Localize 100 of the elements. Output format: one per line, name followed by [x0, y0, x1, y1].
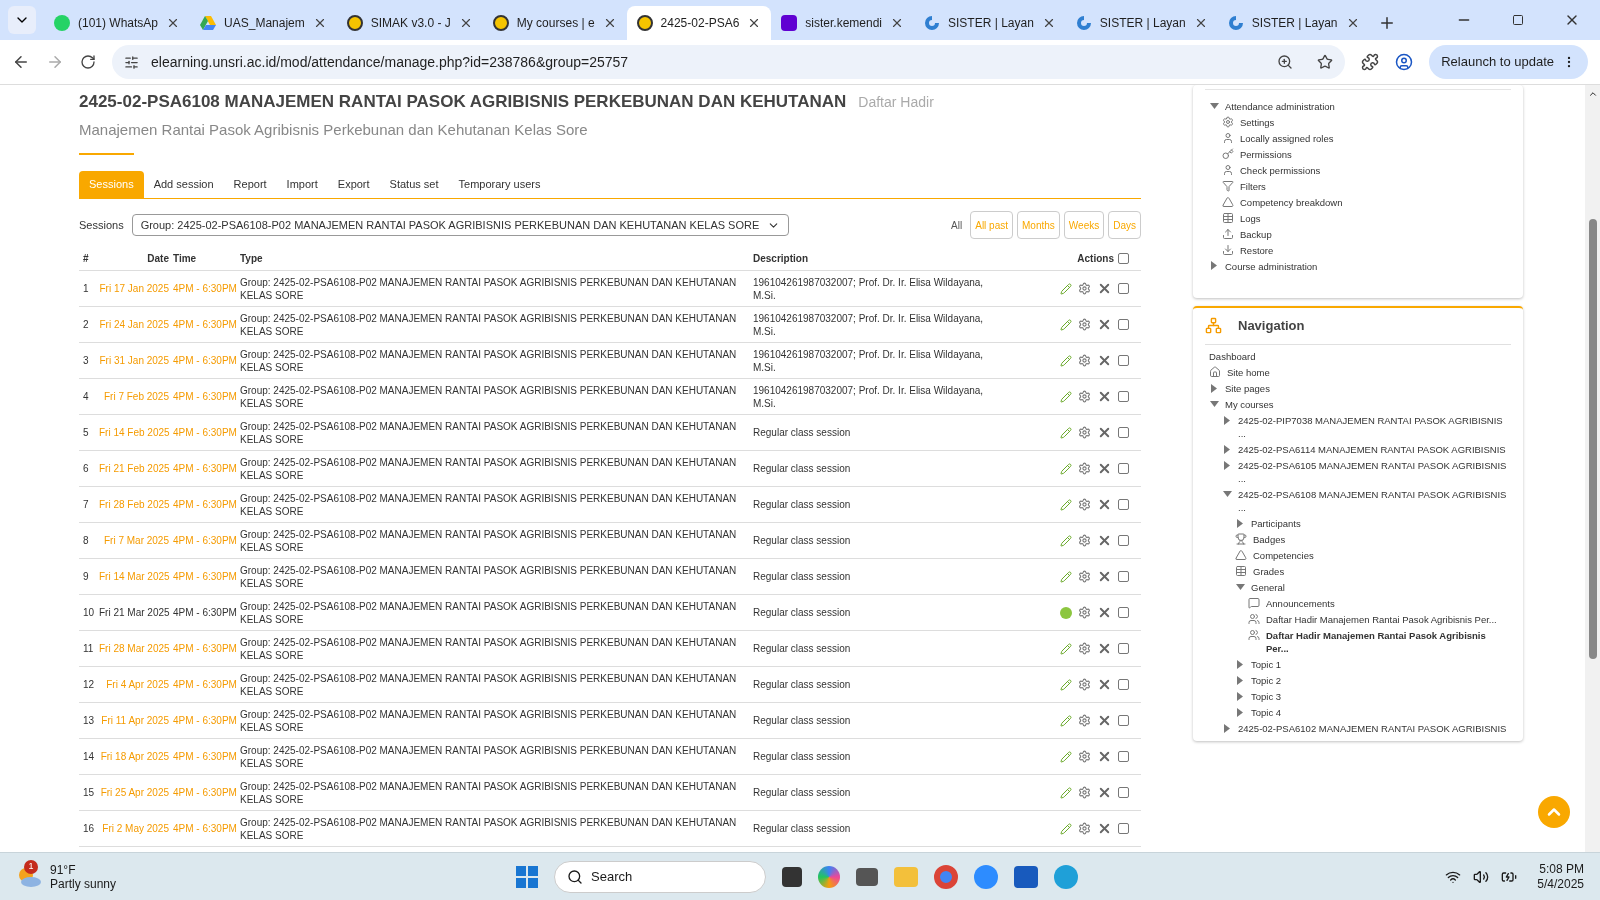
delete-icon[interactable]	[1097, 605, 1112, 620]
edit-icon[interactable]	[1060, 570, 1072, 583]
tree-item[interactable]: Locally assigned roles	[1240, 131, 1334, 145]
page-tab[interactable]: Add session	[143, 171, 224, 198]
checkbox[interactable]	[1118, 535, 1129, 546]
tree-item[interactable]: Attendance administration	[1225, 99, 1335, 113]
tree-item[interactable]: Grades	[1253, 565, 1285, 578]
tree-item[interactable]: Course administration	[1225, 259, 1318, 273]
tree-item[interactable]: Backup	[1240, 227, 1272, 241]
expand-arrow-icon[interactable]	[1235, 674, 1245, 686]
settings-icon[interactable]	[1078, 642, 1091, 655]
expand-arrow-icon[interactable]	[1235, 517, 1245, 529]
start-icon[interactable]	[516, 865, 538, 888]
edit-icon[interactable]	[1060, 534, 1072, 547]
edit-icon[interactable]	[1060, 462, 1072, 475]
browser-tab[interactable]: SIMAK v3.0 - J	[336, 6, 483, 40]
browser-tab[interactable]: UAS_Manajem	[190, 6, 337, 40]
scroll-up-icon[interactable]	[1587, 89, 1598, 99]
expand-arrow-icon[interactable]	[1222, 459, 1232, 471]
address-field[interactable]: elearning.unsri.ac.id/mod/attendance/manage.php?id=238786&group=25757	[112, 45, 1346, 79]
settings-icon[interactable]	[1078, 534, 1091, 547]
delete-icon[interactable]	[1097, 533, 1112, 548]
tree-item[interactable]: Announcements	[1266, 597, 1335, 610]
delete-icon[interactable]	[1097, 641, 1112, 656]
checkbox[interactable]	[1118, 715, 1129, 726]
expand-arrow-icon[interactable]	[1222, 488, 1232, 500]
browser-tab[interactable]: (101) WhatsAp	[44, 6, 191, 40]
settings-icon[interactable]	[1078, 318, 1091, 331]
edit-icon[interactable]	[1060, 318, 1072, 331]
delete-icon[interactable]	[1097, 569, 1112, 584]
browser-tab[interactable]: SISTER | Layan	[1065, 6, 1218, 40]
volume-icon[interactable]	[1473, 868, 1490, 885]
delete-icon[interactable]	[1097, 497, 1112, 512]
checkbox[interactable]	[1118, 787, 1129, 798]
edit-icon[interactable]	[1060, 750, 1072, 763]
back-icon[interactable]	[12, 53, 30, 71]
tab-list-button[interactable]	[8, 6, 36, 34]
relaunch-button[interactable]: Relaunch to update	[1429, 45, 1588, 79]
edit-icon[interactable]	[1060, 498, 1072, 511]
tree-item[interactable]: Daftar Hadir Manajemen Rantai Pasok Agribisnis Per...	[1266, 613, 1497, 626]
extensions-icon[interactable]	[1361, 53, 1380, 71]
tree-item[interactable]: 2425-02-PSA6114 MANAJEMEN RANTAI PASOK AGRIBISNIS	[1238, 443, 1506, 456]
expand-arrow-icon[interactable]	[1235, 658, 1245, 670]
bookmark-icon[interactable]	[1317, 54, 1334, 70]
profile-icon[interactable]	[1395, 53, 1414, 71]
checkbox[interactable]	[1118, 427, 1129, 438]
group-select[interactable]: Group: 2425-02-PSA6108-P02 MANAJEMEN RANTAI PASOK AGRIBISNIS PERKEBUNAN DAN KEHUTANAN KELAS SORE	[131, 214, 790, 236]
edit-icon[interactable]	[1060, 426, 1072, 439]
tree-item[interactable]: Settings	[1240, 115, 1275, 129]
browser-tab[interactable]: sister.kemendi	[771, 6, 915, 40]
checkbox[interactable]	[1118, 643, 1129, 654]
checkbox[interactable]	[1118, 391, 1129, 402]
delete-icon[interactable]	[1097, 713, 1112, 728]
edit-icon[interactable]	[1060, 714, 1072, 727]
expand-arrow-icon[interactable]	[1222, 722, 1232, 734]
checkbox[interactable]	[1118, 253, 1129, 264]
checkbox[interactable]	[1118, 355, 1129, 366]
scrollbar[interactable]	[1585, 85, 1600, 852]
tree-item[interactable]: Topic 3	[1251, 690, 1282, 703]
settings-icon[interactable]	[1078, 354, 1091, 367]
delete-icon[interactable]	[1097, 821, 1112, 836]
browser-tab[interactable]: SISTER | Layan	[914, 6, 1066, 40]
expand-arrow-icon[interactable]	[1222, 414, 1232, 426]
tree-item[interactable]: Badges	[1253, 533, 1286, 546]
tree-item[interactable]: Check permissions	[1240, 163, 1321, 177]
tree-item[interactable]: 2425-02-PSA6102 MANAJEMEN RANTAI PASOK AGRIBISNIS	[1238, 722, 1507, 735]
edit-icon[interactable]	[1060, 678, 1072, 691]
filter-button[interactable]: All	[947, 211, 967, 239]
tree-item[interactable]: Permissions	[1240, 147, 1292, 161]
settings-icon[interactable]	[1078, 714, 1091, 727]
edit-icon[interactable]	[1060, 822, 1072, 835]
tree-item[interactable]: Topic 1	[1251, 658, 1282, 671]
page-tab[interactable]: Import	[276, 171, 328, 198]
checkbox[interactable]	[1118, 463, 1129, 474]
browser-tab[interactable]: My courses | e	[482, 6, 627, 40]
tree-item[interactable]: Filters	[1240, 179, 1266, 193]
edit-icon[interactable]	[1060, 390, 1072, 403]
tree-item[interactable]: Participants	[1251, 517, 1301, 530]
checkbox[interactable]	[1118, 823, 1129, 834]
checkbox[interactable]	[1118, 499, 1129, 510]
tree-item[interactable]: 2425-02-PSA6105 MANAJEMEN RANTAI PASOK AGRIBISNIS ...	[1238, 459, 1511, 485]
tree-item[interactable]: 2425-02-PIP7038 MANAJEMEN RANTAI PASOK AGRIBISNIS ...	[1238, 414, 1511, 440]
delete-icon[interactable]	[1097, 353, 1112, 368]
tree-item[interactable]: My courses	[1225, 398, 1274, 411]
expand-arrow-icon[interactable]	[1209, 382, 1219, 394]
expand-arrow-icon[interactable]	[1209, 398, 1219, 410]
maximize-icon[interactable]	[1512, 14, 1524, 26]
tree-item[interactable]: Site home	[1227, 366, 1270, 379]
browser-app-icon[interactable]	[934, 864, 958, 889]
browser-tab[interactable]: SISTER | Layan	[1217, 6, 1370, 40]
delete-icon[interactable]	[1097, 389, 1112, 404]
tree-item[interactable]: Competencies	[1253, 549, 1314, 562]
taskbar-search[interactable]: Search	[554, 860, 766, 893]
reload-icon[interactable]	[80, 54, 96, 70]
tree-item[interactable]: Dashboard	[1209, 350, 1256, 363]
zoom-icon[interactable]	[1277, 54, 1294, 70]
delete-icon[interactable]	[1097, 749, 1112, 764]
tree-item[interactable]: Topic 2	[1251, 674, 1282, 687]
edit-icon[interactable]	[1060, 786, 1072, 799]
page-tab[interactable]: Status set	[379, 171, 449, 198]
